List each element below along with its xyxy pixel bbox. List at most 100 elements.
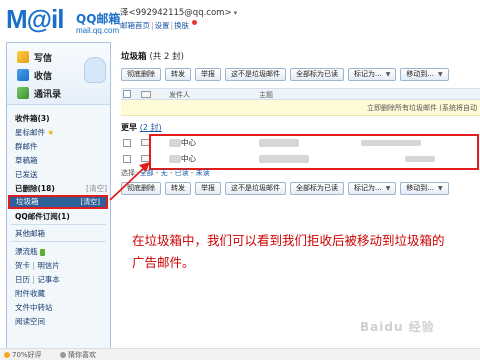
group-count[interactable]: (2 封) [140,123,162,132]
logo-domain: mail.qq.com [76,26,120,35]
clear-trash-link[interactable]: [清空] [81,197,100,207]
item-separator: | [32,261,35,270]
select-unread-link[interactable]: 未读 [196,169,210,177]
chevron-down-icon[interactable]: ▾ [234,9,238,17]
write-label: 写信 [34,53,53,64]
watermark-logo: Baidu 经验 [360,320,435,334]
recommend[interactable]: 猜你喜欢 [60,350,96,360]
sidebar-item-inbox[interactable]: 收件箱(3) [15,113,50,124]
rating[interactable]: 70%好评 [4,350,42,360]
mark-as-dropdown[interactable]: 标记为... ▼ [348,182,397,195]
mark-all-read-button[interactable]: 全部标为已读 [290,68,344,81]
chevron-down-icon: ▼ [385,185,391,192]
sidebar-item-notes[interactable]: 记事本 [37,275,60,284]
forward-button[interactable]: 转发 [165,182,191,195]
move-to-dropdown[interactable]: 移动到... ▼ [400,68,449,81]
write-button[interactable]: 写信 [17,49,52,65]
column-subject[interactable]: 主题 [259,90,273,100]
row-checkbox[interactable] [123,155,131,163]
clear-deleted-link[interactable]: [清空] [86,183,107,194]
header: M@il QQ邮箱 mail.qq.com 泽<992942115@qq.com… [0,0,480,40]
highlight-box [149,134,479,170]
bottle-icon [39,248,45,256]
report-button[interactable]: 举报 [195,182,221,195]
divider [11,224,106,225]
chevron-down-icon: ▼ [438,185,443,192]
move-to-dropdown[interactable]: 移动到... ▼ [400,182,449,195]
not-spam-button[interactable]: 这不是垃圾邮件 [225,182,286,195]
sidebar-item-trash-label: 垃圾箱 [16,197,39,206]
not-spam-button[interactable]: 这不是垃圾邮件 [225,68,286,81]
receive-button[interactable]: 收信 [17,67,52,83]
sidebar-item-cards[interactable]: 贺卡 [15,261,30,270]
annotation-text: 在垃圾箱中，我们可以看到我们拒收后被移动到垃圾箱的广告邮件。 [132,233,445,270]
link-separator: | [151,21,154,30]
item-separator: | [32,275,35,284]
rating-text: 70%好评 [12,351,42,359]
select-read-link[interactable]: 已读 [175,169,189,177]
logo-title: QQ邮箱 [76,12,121,26]
sidebar-item-file-transfer[interactable]: 文件中转站 [15,302,53,313]
link-settings[interactable]: 设置 [155,21,170,30]
sidebar-item-reading-space[interactable]: 阅读空间 [15,316,45,327]
select-prefix: 选择: [121,169,138,177]
header-links: 邮箱首页|设置|换肤 [120,20,198,31]
drift-bottle-label: 漂流瓶 [15,247,38,256]
sidebar-item-drafts[interactable]: 草稿箱 [15,155,38,166]
row-checkbox[interactable] [123,139,131,147]
sidebar-item-deleted[interactable]: 已删除(18) [清空] [15,183,107,194]
mascot-icon [84,57,106,83]
link-mail-home[interactable]: 邮箱首页 [120,21,150,30]
recommend-text: 猜你喜欢 [68,351,96,359]
star-icon: ★ [47,128,55,137]
report-button[interactable]: 举报 [195,68,221,81]
select-all-link[interactable]: 全部 [140,169,154,177]
thorough-delete-button[interactable]: 彻底删除 [121,68,161,81]
sidebar-row-cards: 贺卡 | 明信片 [15,260,60,271]
receive-label: 收信 [34,71,53,82]
sidebar-item-deleted-label: 已删除(18) [15,184,55,193]
qq-mail-logo[interactable]: M@il QQ邮箱 mail.qq.com [6,4,126,38]
pencil-icon [17,51,29,63]
sidebar-item-qq-subscriptions[interactable]: QQ邮件订阅(1) [15,211,70,222]
sidebar-item-attachments[interactable]: 附件收藏 [15,288,45,299]
sidebar-row-calendar: 日历 | 记事本 [15,274,60,285]
sidebar-item-other-mailboxes[interactable]: 其他邮箱 [15,228,45,239]
user-email[interactable]: 泽<992942115@qq.com> [120,8,232,18]
envelope-icon [141,91,151,98]
folder-title: 垃圾箱 [121,52,147,62]
sidebar-item-drift-bottle[interactable]: 漂流瓶 [15,246,45,257]
mark-all-read-button[interactable]: 全部标为已读 [290,182,344,195]
contacts-label: 通讯录 [34,89,62,100]
sidebar-item-groups[interactable]: 群邮件 [15,141,38,152]
page-title: 垃圾箱 (共 2 封) [121,50,184,62]
select-separator: - [190,169,194,177]
folder-count: (共 2 封) [149,52,184,62]
mark-as-label: 标记为... [354,70,382,78]
selection-line: 选择: 全部 - 无 - 已读 - 未读 [121,168,210,178]
mark-as-dropdown[interactable]: 标记为... ▼ [348,68,397,81]
sidebar-item-sent[interactable]: 已发送 [15,169,38,180]
logo-mark: M@il [6,4,64,34]
select-all-checkbox[interactable] [123,90,131,98]
divider [11,241,106,242]
link-skin[interactable]: 换肤 [174,21,189,30]
status-bar: 70%好评 猜你喜欢 [0,348,480,360]
sidebar-item-calendar[interactable]: 日历 [15,275,30,284]
delete-all-spam-link[interactable]: 立即删除所有垃圾邮件 (系统将自动 [367,103,477,113]
user-account[interactable]: 泽<992942115@qq.com> ▾ [120,6,237,18]
group-label: 更早 (2 封) [121,122,162,133]
contacts-button[interactable]: 通讯录 [17,85,61,101]
select-none-link[interactable]: 无 [161,169,168,177]
select-separator: - [169,169,173,177]
forward-button[interactable]: 转发 [165,68,191,81]
sidebar-item-starred[interactable]: 星标邮件 ★ [15,127,54,138]
move-to-label: 移动到... [406,70,434,78]
sidebar-item-postcards[interactable]: 明信片 [37,261,60,270]
thorough-delete-button[interactable]: 彻底删除 [121,182,161,195]
column-sender[interactable]: 发件人 [169,90,190,100]
contacts-icon [17,87,29,99]
sidebar-item-trash[interactable]: 垃圾箱 [清空] [8,195,108,209]
quick-actions: 写信 收信 通讯录 [7,43,110,105]
toolbar-bottom: 彻底删除 转发 举报 这不是垃圾邮件 全部标为已读 标记为... ▼ 移动到...… [121,182,453,196]
